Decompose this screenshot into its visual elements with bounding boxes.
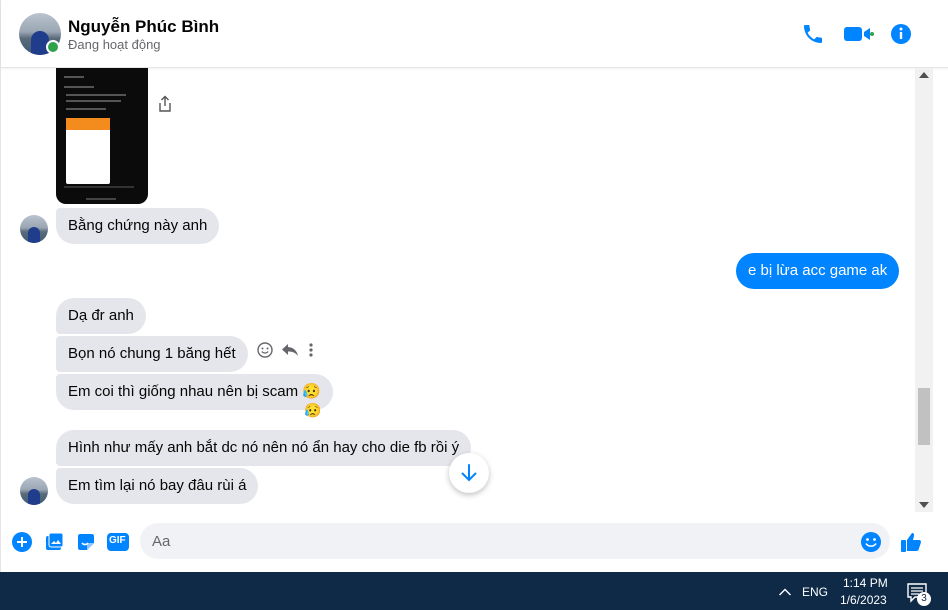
like-icon[interactable] xyxy=(899,531,923,553)
plus-icon[interactable] xyxy=(11,531,33,553)
online-status-dot xyxy=(46,40,60,54)
message-bubble-incoming[interactable]: Bọn nó chung 1 băng hết xyxy=(56,336,248,372)
gif-label: GIF xyxy=(109,535,126,546)
language-indicator[interactable]: ENG xyxy=(802,585,828,599)
message-bubble-incoming[interactable]: Em coi thì giống nhau nên bị scam 😥 xyxy=(56,374,333,410)
message-bubble-incoming[interactable]: Dạ đr anh xyxy=(56,298,146,334)
contact-avatar-small[interactable] xyxy=(20,215,48,243)
image-attachment[interactable] xyxy=(56,68,148,204)
clock-time[interactable]: 1:14 PM xyxy=(843,576,888,590)
clock-date[interactable]: 1/6/2023 xyxy=(840,593,887,607)
share-icon[interactable] xyxy=(157,95,173,113)
contact-name[interactable]: Nguyễn Phúc Bình xyxy=(68,17,219,37)
message-actions xyxy=(257,341,315,363)
contact-avatar-small[interactable] xyxy=(20,477,48,505)
scroll-thumb[interactable] xyxy=(918,388,930,445)
message-bubble-incoming[interactable]: Bằng chứng này anh xyxy=(56,208,220,244)
message-bubble-incoming[interactable]: Em tìm lại nó bay đâu rùi á xyxy=(56,468,259,504)
arrow-down-icon xyxy=(461,464,477,482)
phone-icon[interactable] xyxy=(799,20,827,48)
scroll-up-arrow[interactable] xyxy=(919,72,929,78)
reply-icon[interactable] xyxy=(281,342,299,363)
message-input[interactable] xyxy=(140,523,890,559)
message-composer: GIF xyxy=(1,512,948,572)
photo-icon[interactable] xyxy=(43,531,65,553)
scroll-to-bottom-button[interactable] xyxy=(449,453,489,493)
message-bubble-incoming[interactable]: Hình như mấy anh bắt dc nó nên nó ẩn hay… xyxy=(56,430,472,466)
video-call-icon[interactable] xyxy=(843,20,875,48)
contact-status: Đang hoạt động xyxy=(68,37,161,52)
taskbar: ENG 1:14 PM 1/6/2023 3 xyxy=(0,572,948,610)
chevron-up-icon[interactable] xyxy=(778,584,792,602)
sticker-icon[interactable] xyxy=(75,531,97,553)
info-icon[interactable] xyxy=(887,20,915,48)
message-reaction[interactable]: 😥 xyxy=(304,402,321,419)
gif-button[interactable]: GIF xyxy=(106,531,130,553)
message-scrollbar[interactable] xyxy=(915,68,933,512)
scroll-down-arrow[interactable] xyxy=(919,502,929,508)
react-icon[interactable] xyxy=(257,341,273,363)
emoji-icon[interactable] xyxy=(860,531,882,553)
chat-header: Nguyễn Phúc Bình Đang hoạt động xyxy=(1,0,948,68)
notification-count-badge: 3 xyxy=(917,592,931,606)
message-list: Bằng chứng này anh e bị lừa acc game ak … xyxy=(1,68,915,512)
message-bubble-outgoing[interactable]: e bị lừa acc game ak xyxy=(736,253,900,289)
messenger-window: Nguyễn Phúc Bình Đang hoạt động Bằng chứ… xyxy=(0,0,948,572)
more-options-icon[interactable] xyxy=(307,342,315,363)
